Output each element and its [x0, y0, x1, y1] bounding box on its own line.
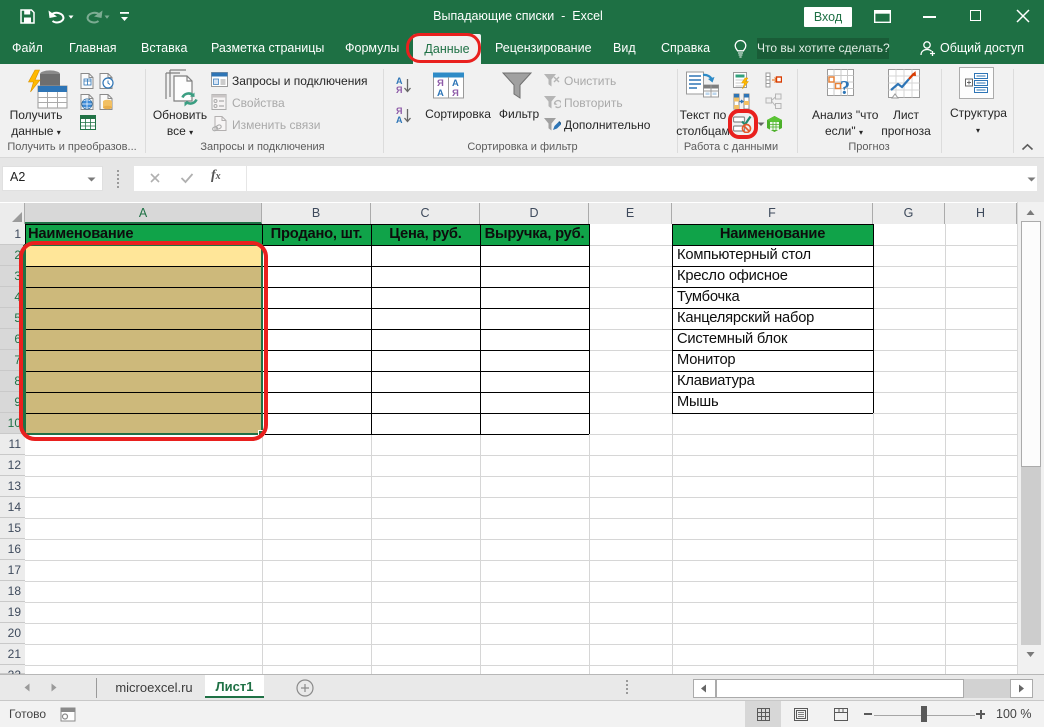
svg-text:А: А [396, 115, 403, 125]
svg-text:А: А [437, 88, 444, 99]
svg-text:?: ? [840, 77, 850, 99]
svg-text:Я: Я [452, 88, 459, 99]
svg-text:Я: Я [396, 85, 402, 95]
